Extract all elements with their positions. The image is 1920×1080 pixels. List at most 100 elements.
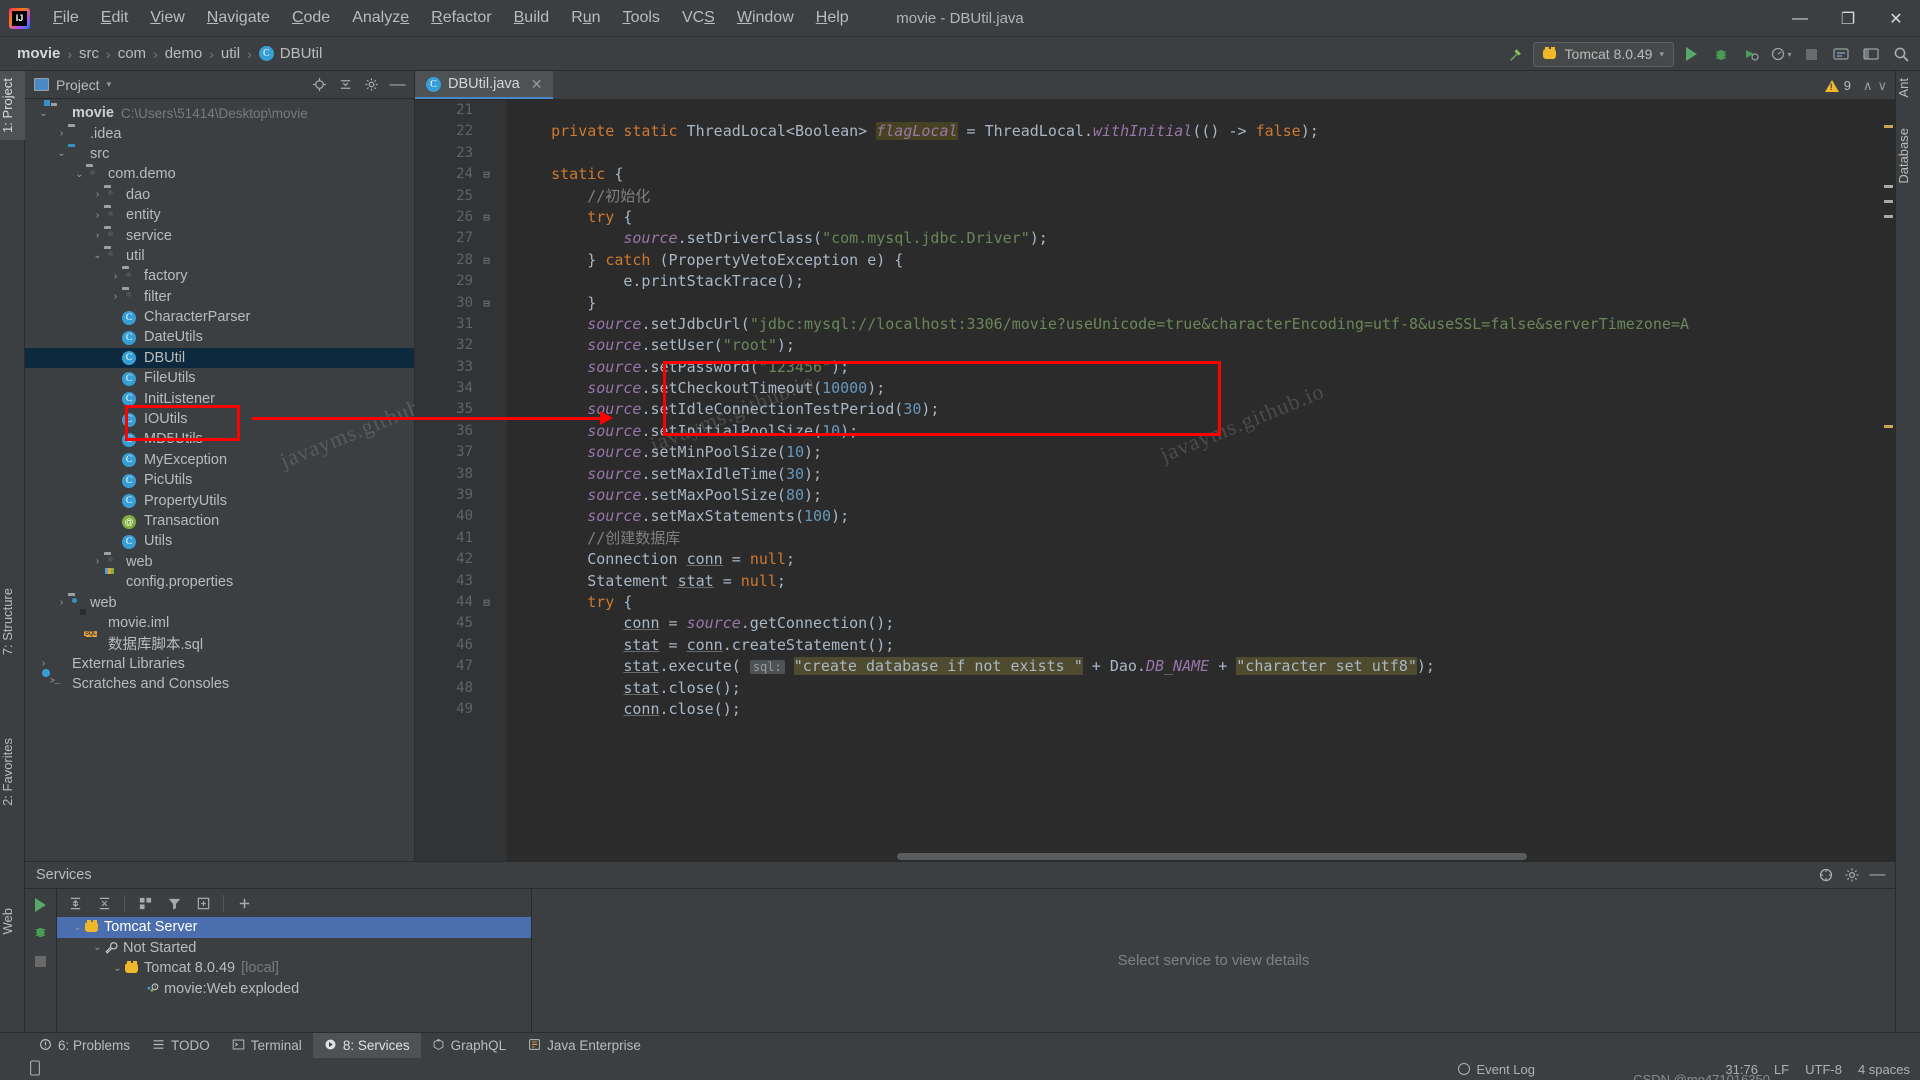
menu-item-navigate[interactable]: Navigate — [196, 5, 281, 31]
menu-item-code[interactable]: Code — [281, 5, 341, 31]
services-tree-item[interactable]: ? movie:Web exploded — [57, 979, 531, 1000]
sidebar-item-project[interactable]: 1: Project — [0, 71, 25, 140]
menu-item-vcs[interactable]: VCS — [671, 5, 726, 31]
add-icon[interactable] — [231, 891, 257, 915]
code-line[interactable]: 45 conn = source.getConnection(); — [415, 613, 1895, 634]
tab-todo[interactable]: TODO — [141, 1033, 221, 1059]
project-tree[interactable]: ⌄ movie C:\Users\51414\Desktop\movie › .idea… — [25, 99, 414, 861]
layout-icon[interactable] — [1858, 41, 1884, 67]
tree-item[interactable]: ·C CharacterParser — [25, 307, 414, 327]
tree-item[interactable]: ·C FileUtils — [25, 368, 414, 388]
tree-item-selected[interactable]: ·C DBUtil — [25, 347, 414, 369]
code-line[interactable]: 28 ⊟ } catch (PropertyVetoException e) { — [415, 250, 1895, 271]
tab-java-enterprise[interactable]: Java Enterprise — [517, 1033, 652, 1059]
services-tree-item[interactable]: ⌄ Not Started — [57, 938, 531, 959]
code-line[interactable]: 44 ⊟ try { — [415, 592, 1895, 613]
indent-setting[interactable]: 4 spaces — [1858, 1062, 1910, 1077]
code-folding-marker[interactable]: ⊟ — [481, 255, 492, 266]
code-line[interactable]: 21 — [415, 100, 1895, 121]
code-line[interactable]: 27 source.setDriverClass("com.mysql.jdbc… — [415, 228, 1895, 249]
tab-dbutil-java[interactable]: C DBUtil.java ✕ — [415, 71, 554, 99]
chevron-down-icon[interactable]: ⌄ — [55, 148, 68, 159]
collapse-all-icon[interactable] — [334, 73, 357, 96]
code-line[interactable]: 24 ⊟ static { — [415, 164, 1895, 185]
tree-item[interactable]: › External Libraries — [25, 654, 414, 674]
gear-icon[interactable] — [1840, 864, 1863, 887]
tree-item[interactable]: ⌄ com.demo — [25, 164, 414, 184]
code-line[interactable]: 39 source.setMaxPoolSize(80); — [415, 485, 1895, 506]
tree-item[interactable]: ·C MyException — [25, 450, 414, 470]
menu-item-refactor[interactable]: Refactor — [420, 5, 502, 31]
close-button[interactable]: ✕ — [1872, 0, 1920, 37]
close-icon[interactable]: ✕ — [531, 76, 543, 93]
run-with-coverage-button[interactable] — [1738, 41, 1764, 67]
code-lines[interactable]: 21 22 private static ThreadLocal<Boolean>… — [415, 100, 1895, 861]
maximize-button[interactable]: ❐ — [1824, 0, 1872, 37]
tree-item[interactable]: ·C Utils — [25, 531, 414, 551]
menu-item-run[interactable]: Run — [560, 5, 611, 31]
breadcrumb-item-dbutil[interactable]: C DBUtil — [256, 43, 326, 64]
run-button[interactable] — [1678, 41, 1704, 67]
services-tree[interactable]: ⌄ Tomcat Server ⌄ Not Started ⌄ Tomcat 8.0.49… — [57, 917, 531, 999]
gear-icon[interactable] — [360, 73, 383, 96]
chevron-down-icon[interactable]: ▾ — [107, 79, 112, 90]
stop-button[interactable] — [1798, 41, 1824, 67]
tree-item[interactable]: ·@ Transaction — [25, 511, 414, 531]
tab-problems[interactable]: 6: Problems — [28, 1033, 141, 1059]
chevron-right-icon[interactable]: › — [55, 128, 68, 139]
chevron-down-icon[interactable]: ⌄ — [37, 108, 50, 119]
help-icon[interactable] — [1814, 864, 1837, 887]
tree-item[interactable]: ·C MD5Utils — [25, 429, 414, 449]
horizontal-scrollbar[interactable] — [507, 852, 1881, 861]
code-line[interactable]: 41 //创建数据库 — [415, 528, 1895, 549]
run-icon[interactable] — [35, 898, 46, 912]
code-line[interactable]: 33 source.setPassword("123456"); — [415, 357, 1895, 378]
hide-icon[interactable]: — — [386, 73, 409, 96]
tree-item[interactable]: ·C IOUtils — [25, 409, 414, 429]
code-line[interactable]: 30 ⊟ } — [415, 293, 1895, 314]
tree-item[interactable]: ·C DateUtils — [25, 327, 414, 347]
code-line[interactable]: 22 private static ThreadLocal<Boolean> f… — [415, 121, 1895, 142]
code-line[interactable]: 47 stat.execute( sql: "create database i… — [415, 656, 1895, 677]
sidebar-item-ant[interactable]: Ant — [1896, 71, 1920, 105]
event-log-widget[interactable]: Event Log — [1458, 1062, 1535, 1077]
menu-item-file[interactable]: File — [42, 5, 90, 31]
code-folding-marker[interactable]: ⊟ — [481, 212, 492, 223]
sidebar-item-favorites[interactable]: 2: Favorites — [0, 731, 25, 813]
chevron-right-icon[interactable]: › — [109, 271, 122, 282]
code-line[interactable]: 32 source.setUser("root"); — [415, 335, 1895, 356]
tree-item[interactable]: › factory — [25, 266, 414, 286]
code-line[interactable]: 48 stat.close(); — [415, 678, 1895, 699]
filter-icon[interactable] — [161, 891, 187, 915]
editor-scrollbar[interactable] — [1882, 100, 1895, 861]
menu-item-analyze[interactable]: Analyze — [341, 5, 420, 31]
menu-item-view[interactable]: View — [139, 5, 195, 31]
code-folding-marker[interactable]: ⊟ — [481, 597, 492, 608]
tab-services[interactable]: 8: Services — [312, 1032, 421, 1059]
tree-item[interactable]: · Scratches and Consoles — [25, 674, 414, 694]
chevron-down-icon[interactable]: ⌄ — [91, 250, 104, 261]
menu-item-tools[interactable]: Tools — [612, 5, 671, 31]
next-problem-icon[interactable]: ∨ — [1877, 78, 1887, 94]
tree-item[interactable]: › entity — [25, 205, 414, 225]
search-everywhere-icon[interactable] — [1888, 41, 1914, 67]
tree-item[interactable]: ·C PicUtils — [25, 470, 414, 490]
debug-icon[interactable] — [33, 924, 48, 944]
code-line[interactable]: 42 Connection conn = null; — [415, 549, 1895, 570]
hide-icon[interactable]: — — [1866, 864, 1889, 887]
menu-item-edit[interactable]: Edit — [90, 5, 140, 31]
tab-graphql[interactable]: GraphQL — [421, 1033, 518, 1059]
code-line[interactable]: 43 Statement stat = null; — [415, 571, 1895, 592]
tree-item[interactable]: ·movie.iml — [25, 613, 414, 633]
code-line[interactable]: 36 source.setInitialPoolSize(10); — [415, 421, 1895, 442]
inspection-widget[interactable]: 9 ∧ ∨ — [1824, 71, 1887, 100]
breadcrumb-item-demo[interactable]: demo — [162, 43, 206, 64]
code-line[interactable]: 40 source.setMaxStatements(100); — [415, 506, 1895, 527]
code-editor[interactable]: 21 22 private static ThreadLocal<Boolean>… — [415, 100, 1895, 861]
breadcrumb-item-src[interactable]: src — [76, 43, 102, 64]
tree-item[interactable]: › .idea — [25, 123, 414, 143]
sidebar-item-database[interactable]: Database — [1896, 121, 1920, 191]
debug-button[interactable] — [1708, 41, 1734, 67]
chevron-right-icon[interactable]: › — [91, 210, 104, 221]
chevron-right-icon[interactable]: › — [37, 658, 50, 669]
